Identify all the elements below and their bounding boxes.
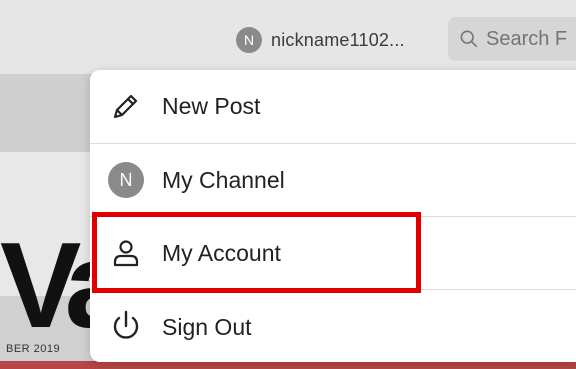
- username-label: nickname1102...: [271, 29, 405, 50]
- user-icon: [108, 235, 144, 271]
- menu-item-label: New Post: [162, 93, 261, 119]
- search-icon: [460, 30, 478, 48]
- avatar-initial: N: [243, 32, 255, 48]
- hero-date: BER 2019: [6, 343, 61, 355]
- channel-avatar: N: [108, 162, 144, 198]
- avatar-initial: N: [119, 169, 133, 190]
- pencil-icon: [108, 88, 144, 124]
- hero-bottom-band: [0, 361, 576, 369]
- power-icon: [108, 308, 144, 344]
- menu-item-label: My Account: [162, 240, 281, 266]
- search-box[interactable]: [448, 17, 576, 61]
- menu-item-new-post[interactable]: New Post: [90, 70, 576, 143]
- menu-item-my-channel[interactable]: N My Channel: [90, 144, 576, 216]
- menu-item-sign-out[interactable]: Sign Out: [90, 290, 576, 362]
- avatar: N: [236, 27, 262, 53]
- menu-item-my-account[interactable]: My Account: [90, 217, 576, 289]
- account-dropdown-menu: New Post N My Channel My Account Sign Ou…: [90, 70, 576, 362]
- search-input[interactable]: [484, 26, 576, 52]
- avatar: N: [108, 162, 144, 198]
- menu-item-label: My Channel: [162, 167, 285, 193]
- user-menu-trigger[interactable]: N nickname1102...: [236, 26, 405, 54]
- menu-item-label: Sign Out: [162, 314, 252, 340]
- top-bar: N nickname1102...: [0, 0, 576, 74]
